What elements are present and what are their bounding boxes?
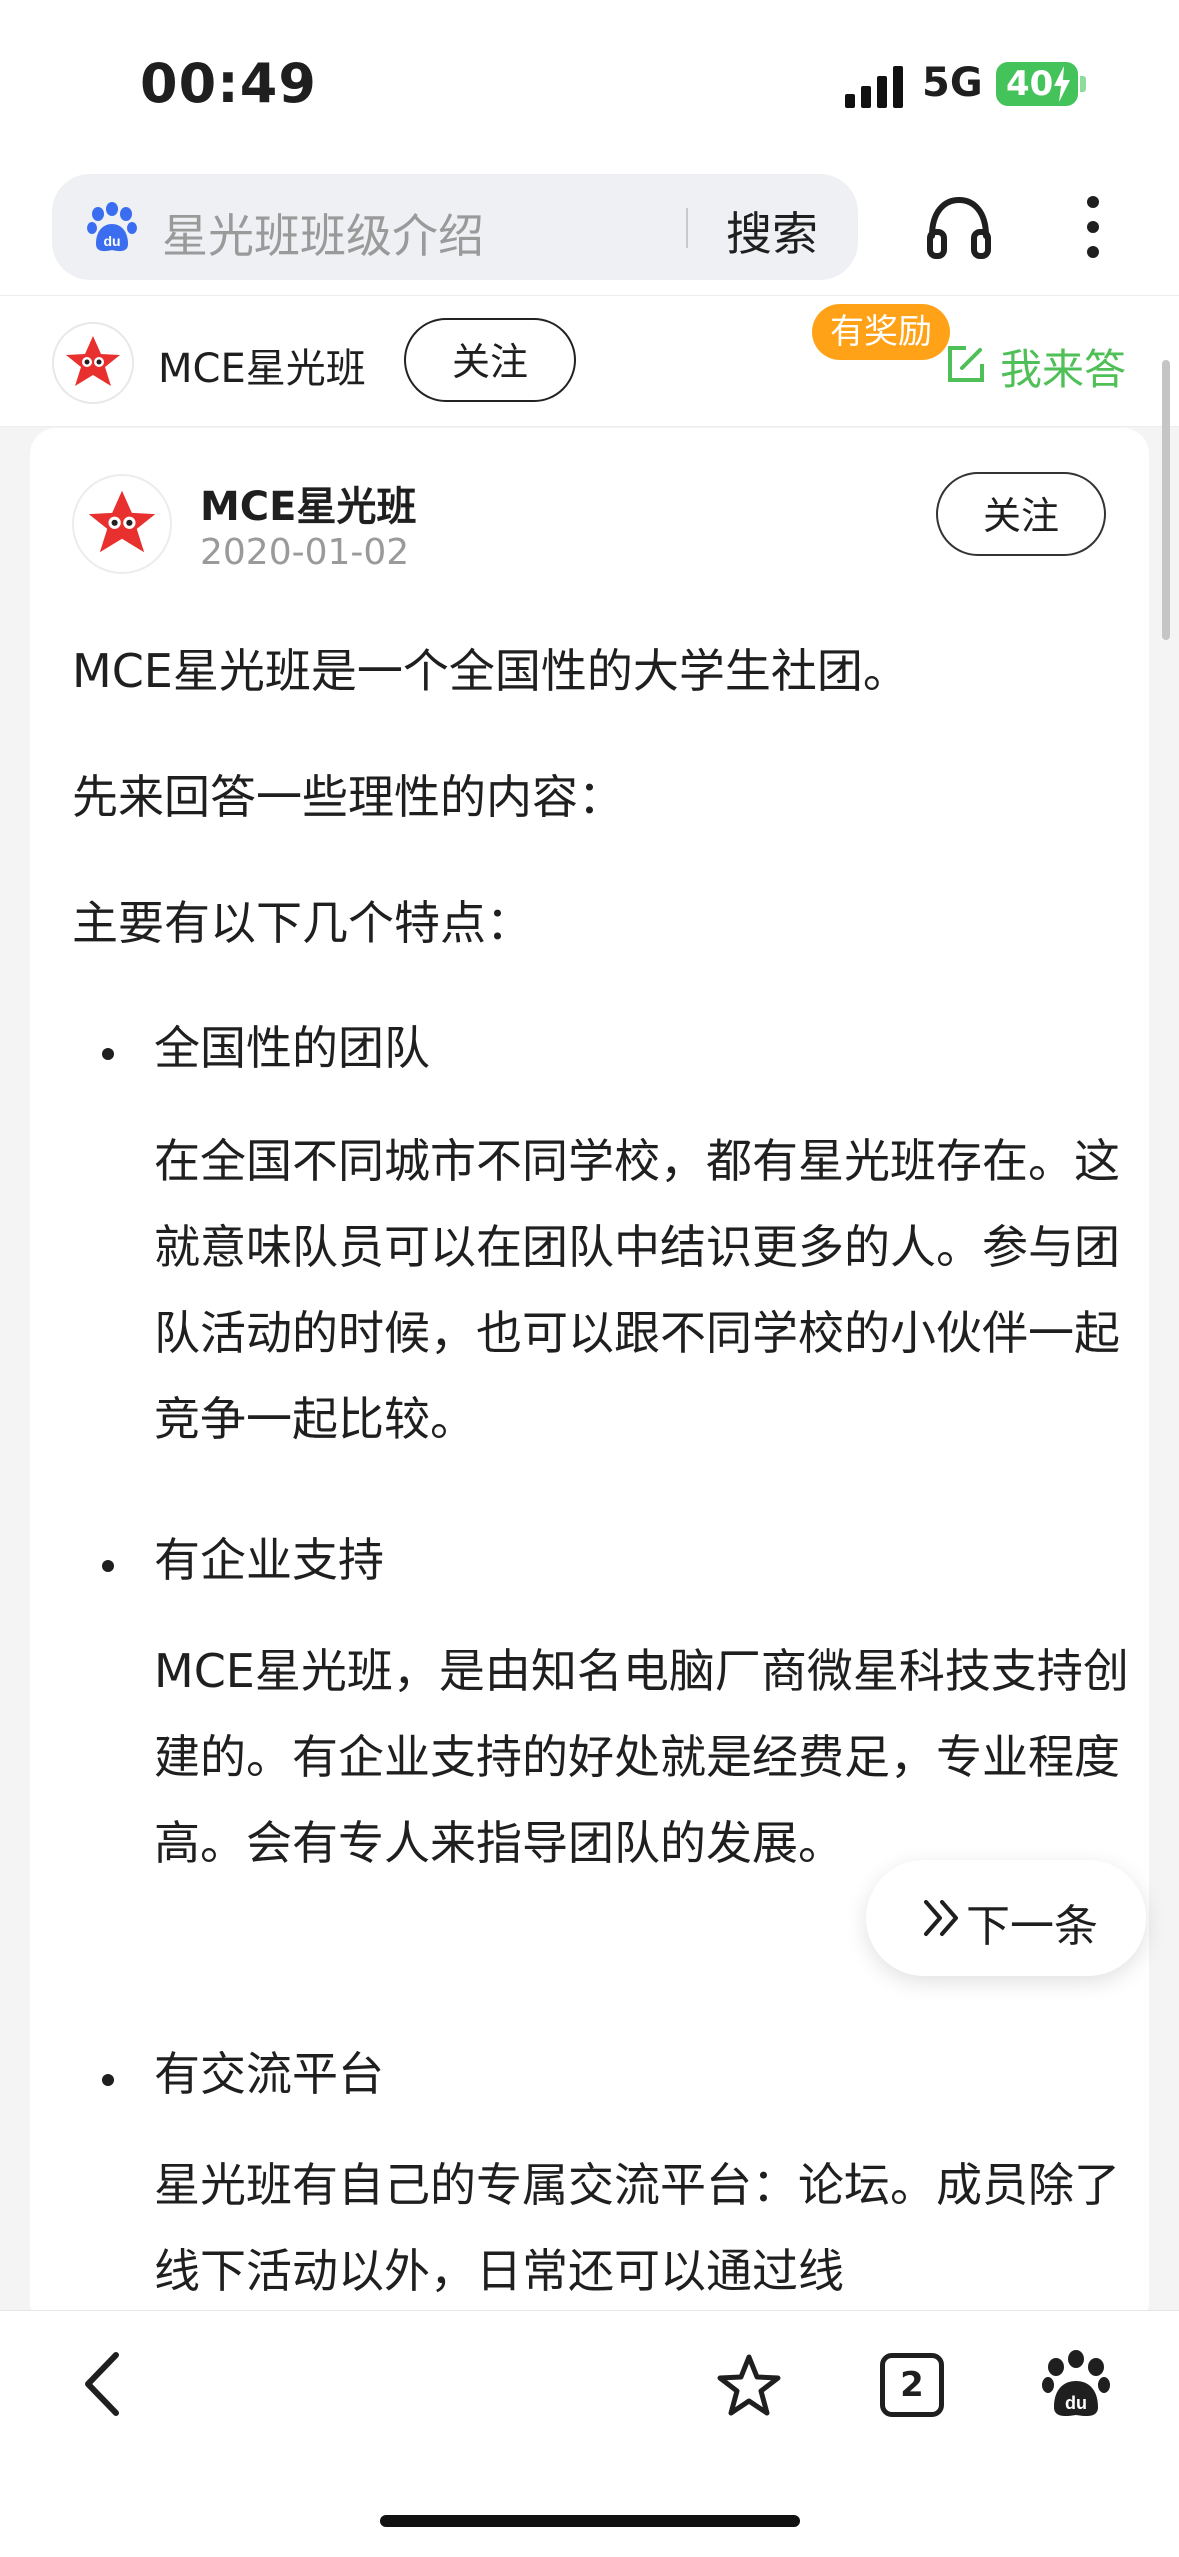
answer-paragraph: MCE星光班是一个全国性的大学生社团。: [72, 644, 909, 698]
card-author-name[interactable]: MCE星光班: [200, 474, 416, 532]
bullet-body: MCE星光班，是由知名电脑厂商微星科技支持创建的。有企业支持的好处就是经费足，专…: [154, 1644, 1129, 1870]
follow-button[interactable]: 关注: [404, 318, 576, 402]
bullet-title: 有交流平台: [154, 2047, 384, 2101]
bullet-title: 有企业支持: [154, 1533, 384, 1587]
answer-paragraph: 先来回答一些理性的内容：: [72, 770, 624, 824]
battery-icon: 40: [996, 62, 1078, 106]
status-bar: 00:49 5G 40: [0, 0, 1179, 170]
bullet-body: 在全国不同城市不同学校，都有星光班存在。这就意味队员可以在团队中结识更多的人。参…: [154, 1134, 1120, 1446]
star-favorite-icon[interactable]: [714, 2351, 784, 2421]
answer-button[interactable]: 我来答: [944, 336, 1130, 394]
avatar[interactable]: [72, 474, 172, 574]
answer-label: 我来答: [1000, 345, 1127, 394]
bullet-dot: [102, 1048, 114, 1060]
author-bar: MCE星光班 关注 有奖励 我来答: [0, 295, 1179, 427]
battery-percent: 40: [1006, 64, 1054, 104]
avatar[interactable]: [52, 322, 134, 404]
svg-text:du: du: [103, 233, 120, 249]
search-input[interactable]: 星光班班级介绍: [162, 200, 484, 266]
bullet-title: 全国性的团队: [154, 1021, 430, 1075]
search-header: du 星光班班级介绍 搜索: [0, 170, 1179, 295]
answer-paragraph: 主要有以下几个特点：: [72, 896, 532, 950]
more-vertical-icon[interactable]: [1078, 192, 1108, 262]
next-answer-button[interactable]: 下一条: [866, 1860, 1146, 1976]
baidu-paw-icon[interactable]: du: [1040, 2349, 1112, 2421]
search-button[interactable]: 搜索: [726, 198, 818, 264]
bottom-toolbar: 2 du: [0, 2310, 1179, 2557]
next-answer-label: 下一条: [966, 1901, 1098, 1952]
answer-card: MCE星光班 2020-01-02 关注 MCE星光班是一个全国性的大学生社团。…: [30, 428, 1149, 2328]
battery-cap: [1080, 76, 1086, 92]
follow-button[interactable]: 关注: [936, 472, 1106, 556]
scrollbar[interactable]: [1162, 360, 1170, 640]
bullet-body: 星光班有自己的专属交流平台：论坛。成员除了线下活动以外，日常还可以通过线: [154, 2158, 1120, 2298]
headphone-icon[interactable]: [924, 192, 994, 262]
network-type: 5G: [922, 60, 983, 106]
baidu-paw-icon: du: [87, 202, 137, 252]
charging-bolt-icon: [1054, 66, 1070, 102]
bullet-dot: [102, 1560, 114, 1572]
double-chevron-right-icon: [924, 1900, 958, 1936]
edit-icon: [948, 346, 984, 382]
search-divider: [686, 208, 688, 248]
back-icon[interactable]: [78, 2349, 128, 2419]
svg-text:du: du: [1065, 2393, 1087, 2413]
cellular-signal-icon: [845, 66, 903, 108]
bullet-dot: [102, 2074, 114, 2086]
reward-badge: 有奖励: [812, 304, 950, 360]
status-time: 00:49: [140, 52, 317, 115]
post-date: 2020-01-02: [200, 532, 410, 573]
search-box[interactable]: du 星光班班级介绍 搜索: [52, 174, 858, 280]
author-name[interactable]: MCE星光班: [158, 336, 374, 394]
star-mascot-icon: [88, 490, 156, 553]
tabs-button[interactable]: 2: [880, 2353, 944, 2417]
star-mascot-icon: [66, 336, 120, 386]
home-indicator: [380, 2515, 800, 2527]
